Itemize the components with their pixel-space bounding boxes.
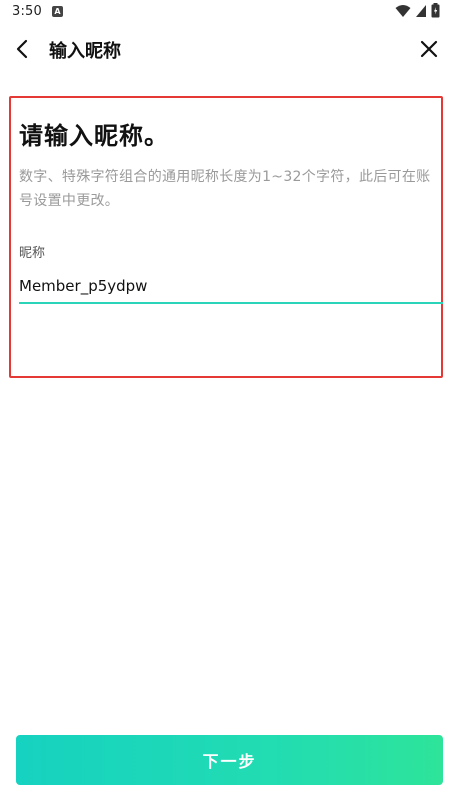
back-button[interactable]: [8, 34, 38, 64]
nickname-label: 昵称: [19, 246, 46, 261]
page-title: 输入昵称: [49, 41, 121, 62]
next-button[interactable]: 下一步: [16, 735, 443, 785]
close-icon: [420, 40, 438, 58]
status-icons: [395, 3, 440, 18]
close-button[interactable]: [414, 34, 444, 64]
battery-icon: [431, 3, 440, 18]
chevron-left-icon: [16, 39, 28, 59]
notification-icon: A: [52, 5, 63, 17]
nickname-screen: 3:50 A 输入昵称 请输入昵称。 数字、特殊字符组合的通用昵称长度为1~32…: [0, 0, 450, 800]
nickname-form: 请输入昵称。 数字、特殊字符组合的通用昵称长度为1~32个字符，此后可在账号设置…: [9, 96, 443, 378]
form-heading: 请输入昵称。: [19, 122, 169, 150]
status-time: 3:50: [12, 3, 42, 19]
form-description: 数字、特殊字符组合的通用昵称长度为1~32个字符，此后可在账号设置中更改。: [19, 169, 431, 209]
wifi-icon: [395, 4, 411, 17]
status-bar: 3:50 A: [0, 0, 450, 22]
nickname-input[interactable]: [19, 270, 443, 304]
app-bar: 输入昵称: [0, 28, 450, 70]
signal-icon: [416, 4, 426, 17]
